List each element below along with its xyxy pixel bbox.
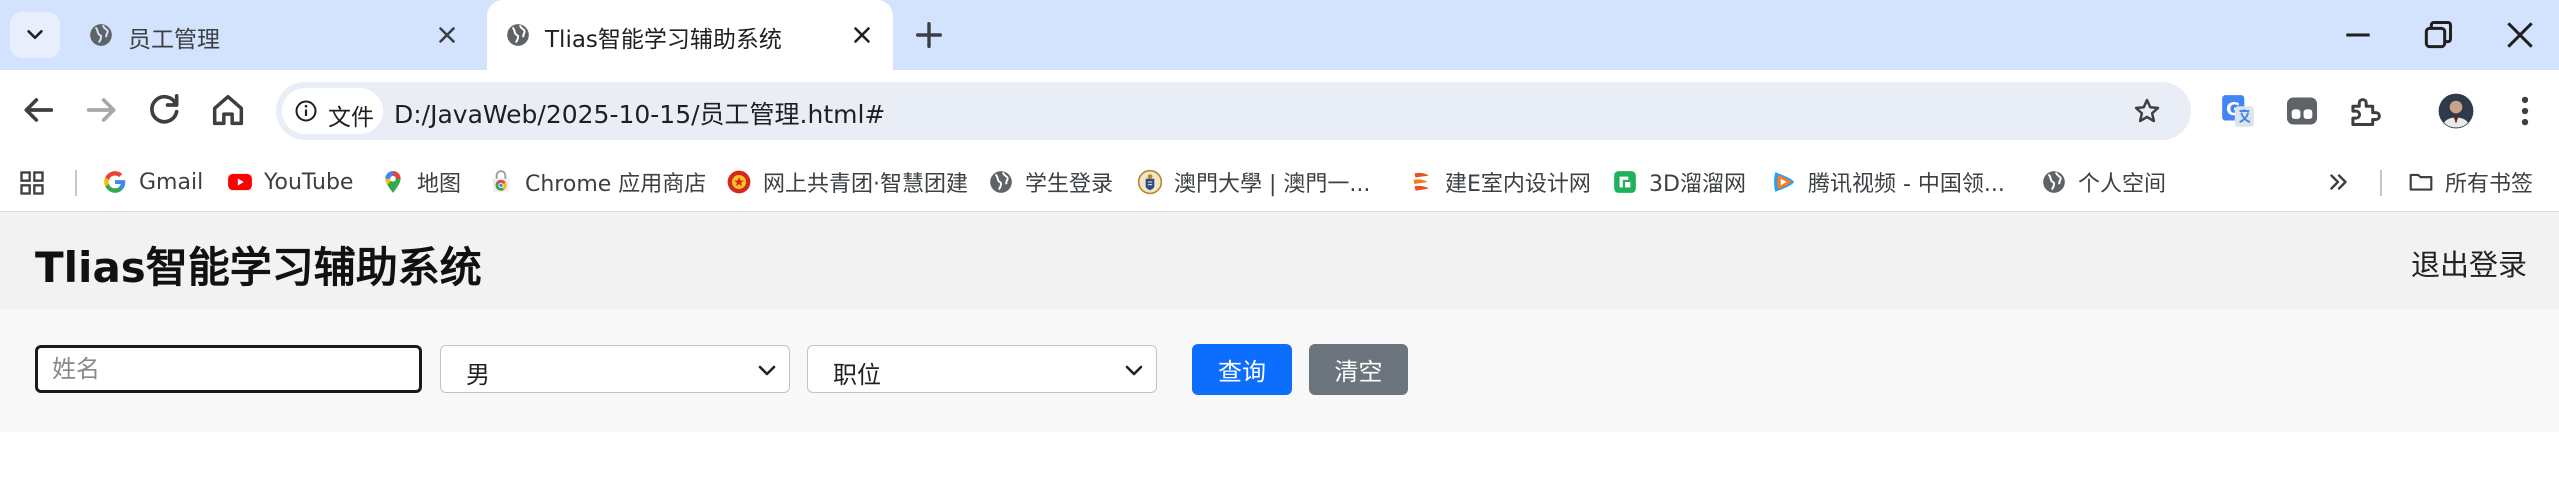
bookmark-youth-league[interactable]: 网上共青团·智慧团建 xyxy=(726,162,968,202)
bookmark-label: Chrome 应用商店 xyxy=(525,172,707,197)
bookmark-jiane[interactable]: 建E室内设计网 xyxy=(1408,162,1591,202)
bookmark-label: 3D溜溜网 xyxy=(1649,172,1746,197)
tab-title: Tlias智能学习辅助系统 xyxy=(545,27,782,53)
site-info-chip[interactable]: 文件 xyxy=(282,88,383,134)
logout-link[interactable]: 退出登录 xyxy=(2411,242,2527,284)
chevron-down-icon xyxy=(758,365,776,376)
clear-button[interactable]: 清空 xyxy=(1309,344,1408,395)
puzzle-extensions-icon[interactable] xyxy=(2345,92,2383,130)
browser-toolbar: 文件 D:/JavaWeb/2025-10-15/员工管理.html# G xyxy=(0,70,2559,152)
bookmark-star-icon[interactable] xyxy=(2132,96,2162,126)
tab-employee-management[interactable]: 员工管理 xyxy=(70,0,478,70)
globe-icon xyxy=(90,24,112,46)
bookmark-university-of-macau[interactable]: 澳門大學 | 澳門一... xyxy=(1137,162,1370,202)
tab-tlias[interactable]: Tlias智能学习辅助系统 xyxy=(487,0,893,70)
reload-icon[interactable] xyxy=(145,90,185,130)
bookmarks-separator xyxy=(75,170,77,196)
page-title: Tlias智能学习辅助系统 xyxy=(35,243,482,292)
query-button[interactable]: 查询 xyxy=(1192,344,1292,395)
home-icon[interactable] xyxy=(208,90,248,130)
all-bookmarks-folder[interactable]: 所有书签 xyxy=(2408,162,2533,202)
maps-pin-icon xyxy=(385,171,401,193)
close-icon[interactable] xyxy=(434,22,460,48)
page-content: Tlias智能学习辅助系统 退出登录 男 职位 查询 清空 xyxy=(0,212,2559,501)
apps-grid-icon[interactable] xyxy=(18,169,46,197)
bookmarks-bar: Gmail YouTube 地图 Chrome 应用商店 网上共青团·智慧团建 … xyxy=(0,152,2559,212)
gender-selected-value: 男 xyxy=(466,361,490,389)
bookmark-gmail[interactable]: Gmail xyxy=(102,162,203,202)
google-icon xyxy=(104,171,126,193)
globe-icon xyxy=(990,171,1012,193)
um-crest-icon xyxy=(1137,169,1163,195)
all-bookmarks-label: 所有书签 xyxy=(2445,172,2534,197)
chevron-down-icon xyxy=(1125,365,1143,376)
kebab-menu-icon[interactable] xyxy=(2506,92,2544,130)
search-form: 男 职位 查询 清空 xyxy=(0,309,2559,432)
bookmark-label: Gmail xyxy=(139,169,204,195)
close-window-icon[interactable] xyxy=(2500,15,2540,55)
tab-strip: 员工管理 Tlias智能学习辅助系统 xyxy=(0,0,2559,70)
info-icon xyxy=(295,100,317,122)
tencent-video-icon xyxy=(1774,172,1794,192)
bookmark-label: 腾讯视频 - 中国领... xyxy=(1808,172,2005,197)
3d-liuliu-icon xyxy=(1614,171,1636,193)
tab-title: 员工管理 xyxy=(128,27,220,53)
profile-avatar-icon[interactable] xyxy=(2437,92,2475,130)
forward-arrow-icon[interactable] xyxy=(82,90,122,130)
bookmark-label: 学生登录 xyxy=(1025,172,1114,197)
bookmark-label: 建E室内设计网 xyxy=(1445,172,1591,197)
back-arrow-icon[interactable] xyxy=(18,90,58,130)
double-chevron-right-icon[interactable] xyxy=(2326,169,2352,195)
jiane-logo-icon xyxy=(1413,172,1429,191)
new-tab-plus-icon[interactable] xyxy=(912,18,946,52)
bookmark-3d-liuliu[interactable]: 3D溜溜网 xyxy=(1612,162,1746,202)
chrome-webstore-icon xyxy=(492,170,510,192)
extension-icon[interactable] xyxy=(2283,92,2321,130)
name-search-input[interactable] xyxy=(35,345,422,393)
globe-icon xyxy=(2043,171,2065,193)
bookmark-label: YouTube xyxy=(264,169,354,195)
bookmark-label: 个人空间 xyxy=(2078,172,2167,197)
bookmark-label: 澳門大學 | 澳門一... xyxy=(1174,172,1371,197)
tab-search-button[interactable] xyxy=(10,12,60,58)
app-header: Tlias智能学习辅助系统 退出登录 xyxy=(0,212,2559,309)
url-text[interactable]: D:/JavaWeb/2025-10-15/员工管理.html# xyxy=(394,95,885,131)
bookmark-maps[interactable]: 地图 xyxy=(380,162,461,202)
minimize-icon[interactable] xyxy=(2338,15,2378,55)
restore-icon[interactable] xyxy=(2418,15,2458,55)
address-bar[interactable]: 文件 D:/JavaWeb/2025-10-15/员工管理.html# xyxy=(276,82,2191,140)
gender-select[interactable]: 男 xyxy=(440,345,790,393)
bookmark-label: 地图 xyxy=(417,172,462,197)
chevron-down-icon xyxy=(27,30,43,40)
bookmarks-separator xyxy=(2380,170,2382,196)
position-selected-value: 职位 xyxy=(833,361,881,389)
position-select[interactable]: 职位 xyxy=(807,345,1157,393)
youth-league-icon xyxy=(727,170,751,194)
bookmark-tencent-video[interactable]: 腾讯视频 - 中国领... xyxy=(1771,162,2005,202)
globe-icon xyxy=(507,24,529,46)
youtube-icon xyxy=(228,173,252,191)
bookmark-label: 网上共青团·智慧团建 xyxy=(763,172,968,197)
site-chip-label: 文件 xyxy=(328,105,374,131)
bookmark-chrome-webstore[interactable]: Chrome 应用商店 xyxy=(488,162,706,202)
bookmark-student-login[interactable]: 学生登录 xyxy=(988,162,1113,202)
folder-icon xyxy=(2409,173,2433,191)
google-translate-icon[interactable]: G xyxy=(2219,92,2257,130)
bookmark-personal-space[interactable]: 个人空间 xyxy=(2041,162,2166,202)
bookmark-youtube[interactable]: YouTube xyxy=(227,162,353,202)
close-icon[interactable] xyxy=(849,22,875,48)
